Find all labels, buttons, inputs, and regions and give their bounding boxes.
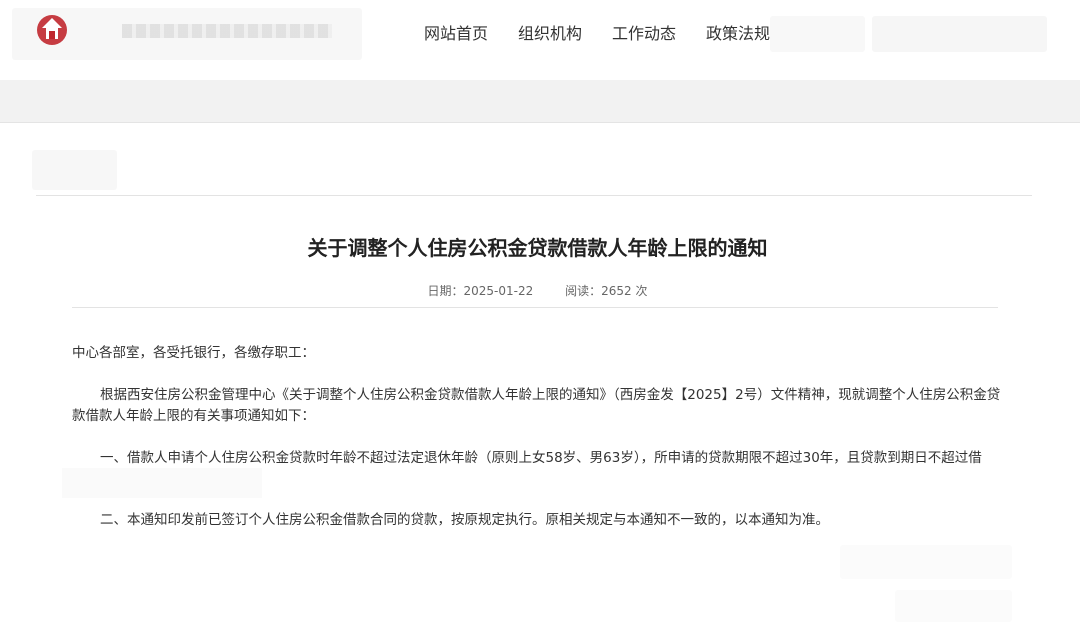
site-name-blurred [122, 24, 332, 38]
article-date: 日期：2025-01-22 [427, 284, 534, 298]
floating-widget-blurred [840, 545, 1012, 579]
divider [36, 195, 1032, 196]
nav-home[interactable]: 网站首页 [424, 20, 488, 48]
intro-paragraph: 根据西安住房公积金管理中心《关于调整个人住房公积金贷款借款人年龄上限的通知》（西… [72, 387, 1001, 424]
site-logo[interactable] [12, 8, 362, 60]
redacted-overlay [62, 468, 262, 498]
divider [72, 307, 998, 308]
header-widget-blurred [770, 16, 865, 52]
nav-news[interactable]: 工作动态 [612, 20, 676, 48]
salutation: 中心各部室，各受托银行，各缴存职工： [72, 345, 315, 361]
emblem-icon [37, 15, 67, 45]
header-search-blurred [872, 16, 1047, 52]
nav-policy[interactable]: 政策法规 [706, 20, 770, 48]
article-meta: 日期：2025-01-22 阅读：2652 次 [0, 282, 1075, 299]
nav-organization[interactable]: 组织机构 [518, 20, 582, 48]
banner-band [0, 80, 1080, 123]
site-header: 网站首页 组织机构 工作动态 政策法规 [0, 0, 1080, 80]
floating-widget-blurred [895, 590, 1012, 622]
article-title: 关于调整个人住房公积金贷款借款人年龄上限的通知 [307, 236, 768, 260]
article-reads: 阅读：2652 次 [565, 284, 648, 298]
main-nav: 网站首页 组织机构 工作动态 政策法规 [410, 20, 800, 48]
item-two-paragraph: 二、本通知印发前已签订个人住房公积金借款合同的贷款，按原规定执行。原相关规定与本… [100, 512, 829, 528]
breadcrumb [32, 150, 117, 190]
item-one-paragraph: 一、借款人申请个人住房公积金贷款时年龄不超过法定退休年龄（原则上女58岁、男63… [100, 450, 982, 466]
